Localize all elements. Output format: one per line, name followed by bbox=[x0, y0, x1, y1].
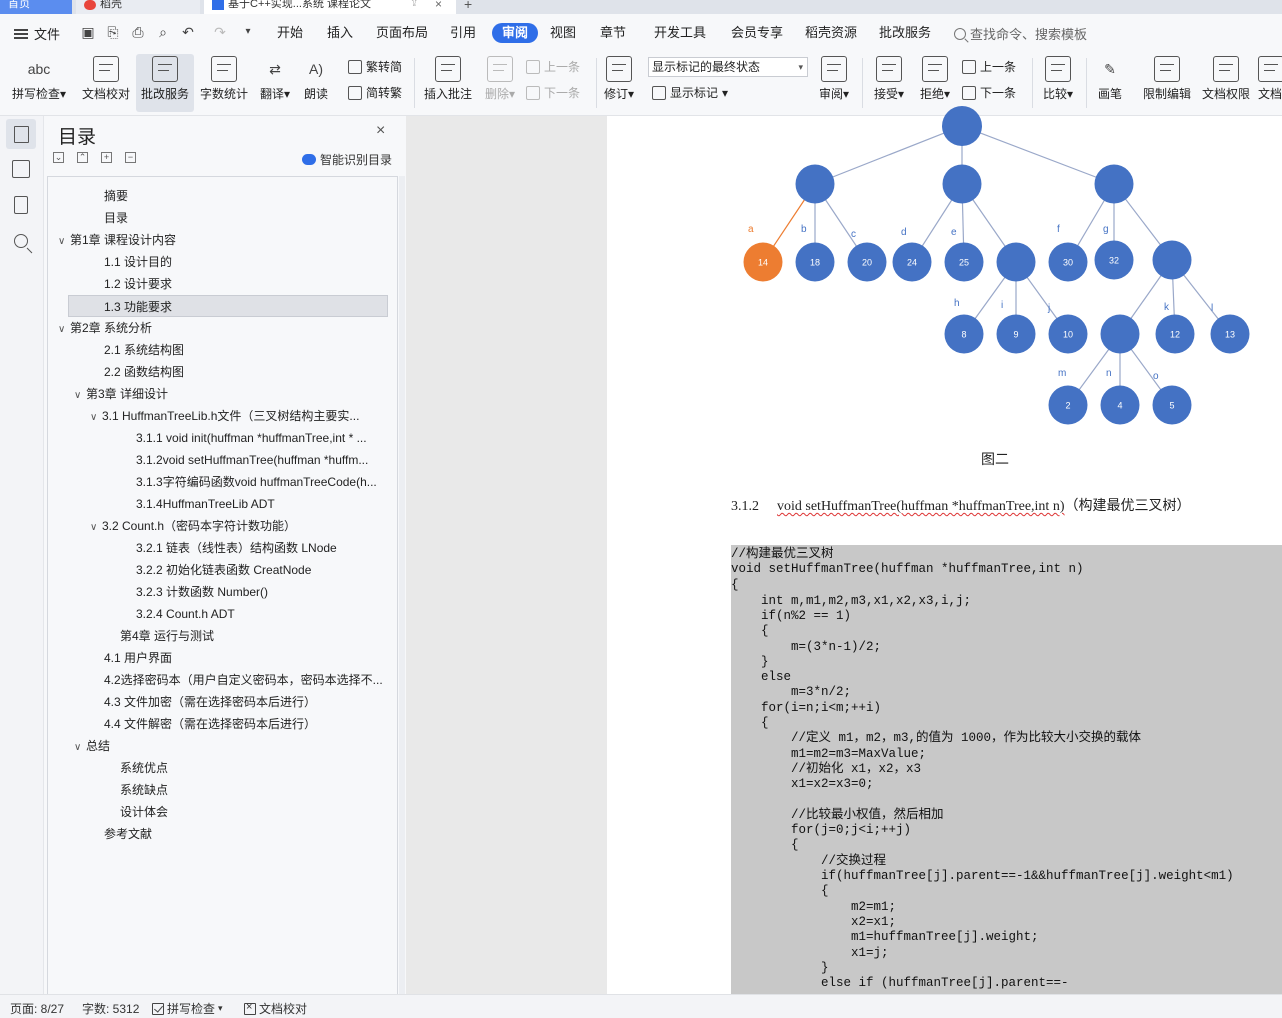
code-line: { bbox=[731, 884, 829, 899]
code-line: //定义 m1，m2，m3,的值为 1000，作为比较大小交换的载体 bbox=[731, 731, 1142, 746]
tree-edge-label: e bbox=[951, 227, 957, 238]
checkbox-checked-icon bbox=[152, 1002, 164, 1015]
tree-node-value: 10 bbox=[1063, 330, 1073, 340]
status-bar: 页面: 8/27 字数: 5312 拼写检查▾ 文档校对 bbox=[0, 994, 1282, 1018]
tree-edge-label: k bbox=[1164, 302, 1170, 313]
doc-proof-status[interactable]: 文档校对 bbox=[244, 1000, 307, 1017]
code-line: else if (huffmanTree[j].parent==- bbox=[731, 976, 1069, 991]
tree-node bbox=[942, 106, 982, 146]
code-line: int m,m1,m2,m3,x1,x2,x3,i,j; bbox=[731, 593, 972, 608]
code-line: { bbox=[731, 838, 799, 853]
code-line: x2=x1; bbox=[731, 914, 897, 929]
section-signature: void setHuffmanTree(huffman *huffmanTree… bbox=[777, 499, 1065, 514]
tree-edge-label: m bbox=[1058, 368, 1066, 379]
tree-edge-label: c bbox=[851, 229, 856, 240]
tree-node-value: 32 bbox=[1109, 256, 1119, 266]
tree-node-value: 2 bbox=[1065, 401, 1070, 411]
tree-node-value: 25 bbox=[959, 258, 969, 268]
spell-check-status[interactable]: 拼写检查 ▾ bbox=[152, 1000, 223, 1017]
tree-node-value: 20 bbox=[862, 258, 872, 268]
code-line: //构建最优三叉树 bbox=[731, 547, 834, 561]
tree-edge bbox=[814, 125, 963, 185]
wps-window: 首页 稻壳 基于C++实现...系统 课程论文 ⇪ × + 文件 ▣ ⎘ ⎙ ⌕ ↶… bbox=[0, 0, 1282, 1018]
section-suffix: （构建最优三叉树） bbox=[1064, 499, 1191, 514]
tree-node bbox=[996, 242, 1036, 282]
code-line: m=(3*n-1)/2; bbox=[731, 639, 882, 654]
tree-edge-label: a bbox=[748, 224, 754, 235]
tree-edge-label: g bbox=[1103, 224, 1109, 235]
tree-edge-label: h bbox=[954, 298, 960, 309]
code-line: //比较最小权值，然后相加 bbox=[731, 807, 944, 822]
tree-edge-label: i bbox=[1001, 300, 1003, 311]
code-line: m2=m1; bbox=[731, 899, 897, 914]
code-line: for(j=0;j<i;++j) bbox=[731, 823, 912, 838]
tree-edge-label: f bbox=[1057, 224, 1060, 235]
tree-node-value: 9 bbox=[1013, 330, 1018, 340]
tree-edge-label: j bbox=[1047, 303, 1050, 314]
spell-check-status-label: 拼写检查 bbox=[167, 1002, 216, 1016]
tree-node-value: 14 bbox=[758, 258, 768, 268]
tree-edge-label: d bbox=[901, 227, 907, 238]
tree-edge-label: b bbox=[801, 224, 807, 235]
tree-node-value: 5 bbox=[1169, 401, 1174, 411]
tree-node bbox=[1094, 164, 1134, 204]
tree-node-value: 13 bbox=[1225, 330, 1235, 340]
code-line: } bbox=[731, 960, 829, 975]
tree-node bbox=[1152, 240, 1192, 280]
tree-node bbox=[795, 164, 835, 204]
code-line: m=3*n/2; bbox=[731, 685, 852, 700]
code-line: x1=j; bbox=[731, 945, 889, 960]
word-count-status[interactable]: 字数: 5312 bbox=[82, 1000, 139, 1017]
tree-node-value: 18 bbox=[810, 258, 820, 268]
code-line: //初始化 x1，x2，x3 bbox=[731, 761, 922, 776]
tree-node bbox=[1100, 314, 1140, 354]
tree-edge-label: n bbox=[1106, 368, 1112, 379]
tree-node-value: 4 bbox=[1117, 401, 1122, 411]
doc-proof-status-label: 文档校对 bbox=[259, 1002, 308, 1016]
code-line: //交换过程 bbox=[731, 853, 887, 868]
section-heading: 3.1.2 void setHuffmanTree(huffman *huffma… bbox=[731, 495, 1190, 515]
code-block[interactable]: //构建最优三叉树 void setHuffmanTree(huffman *hu… bbox=[731, 545, 1282, 994]
checkbox-x-icon bbox=[244, 1001, 256, 1015]
page-indicator-label: 页面: 8/27 bbox=[10, 1002, 65, 1016]
tree-node-value: 24 bbox=[907, 258, 917, 268]
code-line: { bbox=[731, 577, 739, 592]
section-number: 3.1.2 bbox=[731, 499, 759, 514]
tree-node bbox=[942, 164, 982, 204]
tree-node-value: 12 bbox=[1170, 330, 1180, 340]
code-line: { bbox=[731, 716, 769, 730]
word-count-status-label: 字数: 5312 bbox=[82, 1002, 140, 1016]
tree-edge-label: o bbox=[1153, 371, 1159, 382]
tree-node-value: 8 bbox=[961, 330, 966, 340]
code-line: m1=m2=m3=MaxValue; bbox=[731, 746, 927, 761]
code-line: else bbox=[731, 670, 792, 685]
code-line: if(huffmanTree[j].parent==-1&&huffmanTre… bbox=[731, 869, 1234, 883]
tree-edge-label: l bbox=[1211, 303, 1213, 314]
code-line: x1=x2=x3=0; bbox=[731, 777, 874, 792]
code-line: } bbox=[731, 654, 769, 669]
figure-caption: 图二 bbox=[981, 453, 1009, 468]
code-line: { bbox=[731, 624, 769, 639]
tree-node-value: 30 bbox=[1063, 258, 1073, 268]
code-line: for(i=n;i<m;++i) bbox=[731, 700, 882, 715]
code-line: void setHuffmanTree(huffman *huffmanTree… bbox=[731, 562, 1084, 577]
code-line: m1=huffmanTree[j].weight; bbox=[731, 930, 1039, 945]
code-line: if(n%2 == 1) bbox=[731, 608, 852, 623]
page-indicator[interactable]: 页面: 8/27 bbox=[10, 1000, 64, 1017]
tree-edge bbox=[961, 125, 1115, 185]
